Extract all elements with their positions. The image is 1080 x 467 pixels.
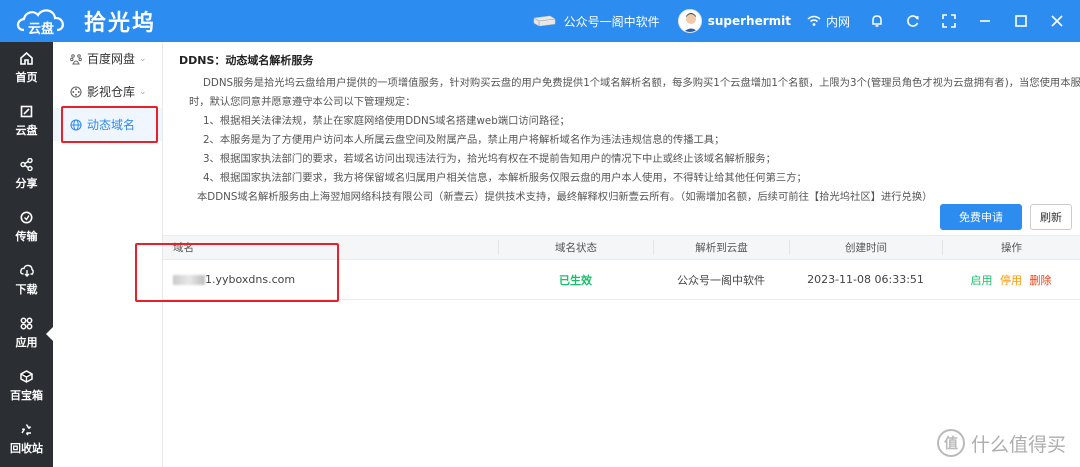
download-icon	[19, 264, 34, 277]
minimize-icon[interactable]	[978, 14, 992, 28]
submenu-item-label: 影视仓库	[87, 85, 136, 99]
action-buttons: 免费申请 刷新	[940, 204, 1072, 230]
column-header-actions[interactable]: 操作	[942, 240, 1080, 255]
transfer-icon	[20, 211, 33, 224]
chevron-down-icon: ⌄	[139, 86, 147, 97]
maximize-icon[interactable]	[1014, 14, 1028, 28]
username: superhermit	[707, 14, 791, 28]
film-icon	[70, 85, 82, 98]
column-header-created[interactable]: 创建时间	[789, 240, 942, 255]
column-header-target[interactable]: 解析到云盘	[653, 240, 789, 255]
submenu-item-label: 百度网盘	[87, 52, 136, 66]
baidu-icon	[70, 53, 82, 65]
ddns-description: DDNS服务是拾光坞云盘给用户提供的一项增值服务，针对购买云盘的用户免费提供1个…	[179, 74, 1080, 207]
sidebar-item-label: 首页	[15, 71, 38, 84]
rule-text: 3、根据国家执法部门的要求，若域名访问出现违法行为，拾光坞有权在不提前告知用户的…	[203, 153, 776, 165]
apps-icon	[20, 317, 33, 330]
watermark-badge: 值	[936, 429, 965, 457]
device-selector[interactable]: 公众号一阁中软件	[532, 13, 660, 30]
created-cell: 2023-11-08 06:33:51	[807, 273, 924, 286]
bell-icon[interactable]	[870, 14, 884, 28]
sidebar-item-share[interactable]: 分享	[0, 148, 53, 201]
nas-device-icon	[533, 15, 555, 27]
submenu-item-film[interactable]: 影视仓库 ⌄	[53, 75, 162, 108]
target-cell: 公众号一阁中软件	[677, 273, 765, 287]
sidebar-item-label: 云盘	[15, 124, 38, 137]
sidebar-item-home[interactable]: 首页	[0, 42, 53, 95]
app-name: 拾光坞	[84, 11, 157, 36]
intro-text: DDNS服务是拾光坞云盘给用户提供的一项增值服务，针对购买云盘的用户免费提供1个…	[203, 77, 1080, 89]
network-label: 内网	[825, 14, 850, 29]
recycle-icon	[21, 424, 32, 436]
sidebar-item-label: 百宝箱	[10, 389, 43, 402]
disable-link[interactable]: 停用	[1000, 274, 1022, 287]
close-icon[interactable]	[1050, 14, 1064, 28]
sidebar-item-transfer[interactable]: 传输	[0, 201, 53, 254]
footer-text: 本DDNS域名解析服务由上海翌旭网络科技有限公司（新壹云）提供技术支持，最终解释…	[197, 191, 933, 203]
home-icon	[20, 52, 33, 65]
sync-icon[interactable]	[906, 14, 920, 28]
network-indicator[interactable]: 内网	[807, 13, 850, 30]
sidebar-item-label: 下载	[15, 283, 38, 296]
rule-text: 4、根据国家执法部门要求，我方将保留域名归属用户相关信息，本解析服务仅限云盘的用…	[203, 172, 807, 184]
sidebar-item-label: 回收站	[10, 442, 43, 455]
sidebar-item-toolbox[interactable]: 百宝箱	[0, 360, 53, 413]
cloud-logo-icon: 云盘	[14, 6, 76, 37]
chevron-down-icon: ⌄	[139, 53, 147, 64]
intro-text: 时，默认您同意并愿意遵守本公司以下管理规定：	[189, 96, 416, 108]
actions-cell: 启用 停用 删除	[942, 272, 1080, 288]
logo-badge-text: 云盘	[28, 22, 55, 37]
apply-button[interactable]: 免费申请	[940, 204, 1022, 230]
delete-link[interactable]: 删除	[1030, 274, 1052, 287]
sidebar-item-label: 传输	[15, 230, 38, 243]
top-bar: 云盘 拾光坞 公众号一阁中软件 superhermit 内网	[0, 0, 1080, 42]
share-icon	[20, 158, 33, 171]
column-header-status[interactable]: 域名状态	[498, 240, 653, 255]
toolbox-icon	[20, 370, 33, 383]
wifi-icon	[807, 15, 821, 26]
fullscreen-icon[interactable]	[942, 14, 956, 28]
app-logo: 云盘 拾光坞	[14, 5, 156, 37]
rule-text: 2、本服务是为了方便用户访问本人所属云盘空间及附属产品，禁止用户将解析域名作为违…	[203, 134, 725, 146]
sidebar-item-label: 应用	[15, 336, 38, 349]
rule-text: 1、根据相关法律法规，禁止在家庭网络使用DDNS域名搭建web端口访问路径；	[203, 115, 570, 127]
highlight-box	[61, 106, 158, 143]
main-sidebar: 首页 云盘 分享 传输 下载 应用 百宝箱 回收站	[0, 42, 53, 467]
status-badge: 已生效	[559, 273, 592, 287]
refresh-button[interactable]: 刷新	[1030, 204, 1072, 230]
sidebar-item-download[interactable]: 下载	[0, 254, 53, 307]
page-title: DDNS：动态域名解析服务	[179, 54, 314, 67]
submenu-item-baidu[interactable]: 百度网盘 ⌄	[53, 42, 162, 75]
device-name: 公众号一阁中软件	[563, 14, 660, 29]
watermark: 值 什么值得买	[936, 429, 1066, 457]
sidebar-item-apps[interactable]: 应用	[0, 307, 53, 360]
sidebar-item-recycle[interactable]: 回收站	[0, 413, 53, 466]
sidebar-item-label: 分享	[15, 177, 38, 190]
avatar	[677, 9, 702, 33]
cloud-drive-icon	[20, 105, 33, 118]
user-menu[interactable]: superhermit	[677, 9, 791, 33]
sidebar-item-cloud[interactable]: 云盘	[0, 95, 53, 148]
ddns-info-panel: DDNS：动态域名解析服务 DDNS服务是拾光坞云盘给用户提供的一项增值服务，针…	[163, 42, 1080, 207]
highlight-box	[135, 243, 339, 302]
watermark-text: 什么值得买	[970, 433, 1066, 456]
enable-link[interactable]: 启用	[971, 274, 993, 287]
